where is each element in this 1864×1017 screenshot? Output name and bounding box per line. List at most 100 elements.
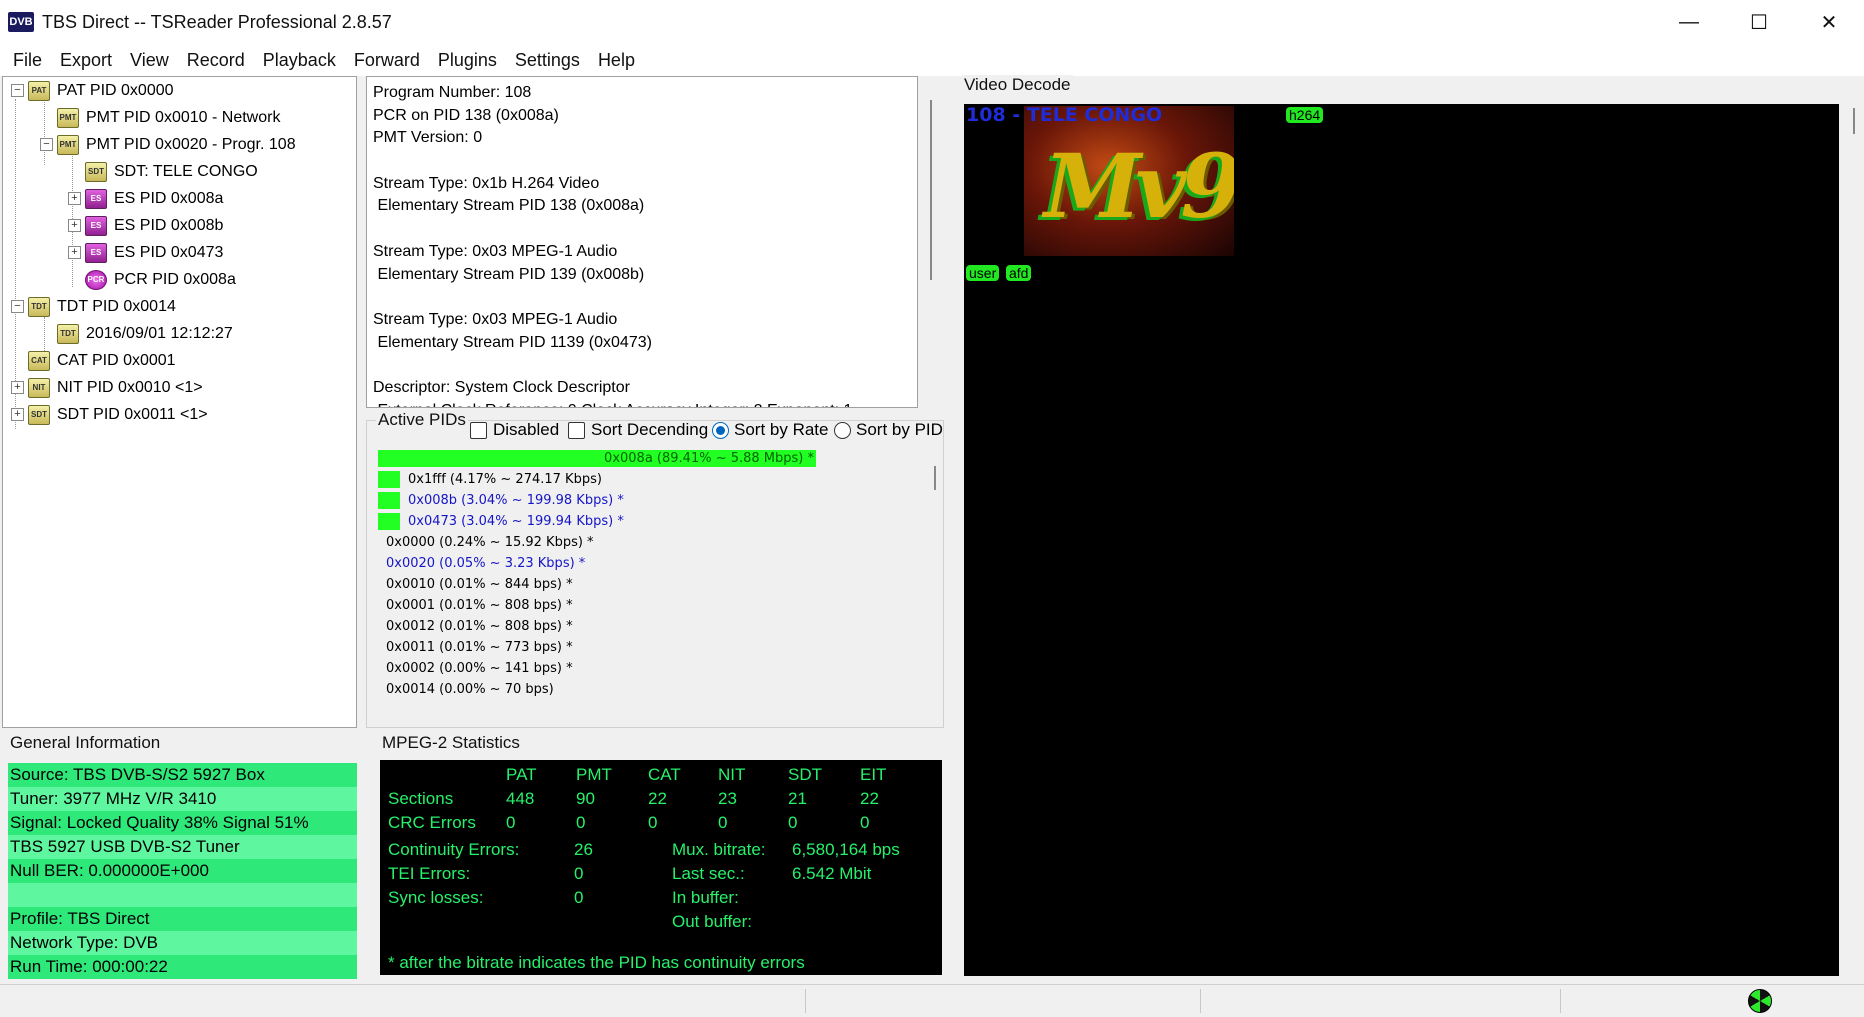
stats-header-pat: PAT: [506, 765, 537, 784]
tree-item-label: ES PID 0x008b: [114, 216, 224, 234]
pcr-clock-icon: PCR: [85, 269, 107, 290]
app-logo-icon: DVB: [8, 12, 34, 32]
checkbox-box[interactable]: [568, 421, 585, 439]
pid-list-row[interactable]: 0x0010 (0.01% ~ 844 bps) *: [378, 574, 573, 595]
tree-item-label: PAT PID 0x0000: [57, 81, 174, 99]
pid-list-row[interactable]: 0x0014 (0.00% ~ 70 bps): [378, 679, 554, 700]
pid-list-row[interactable]: 0x008b (3.04% ~ 199.98 Kbps) *: [378, 490, 624, 511]
menu-forward[interactable]: Forward: [345, 50, 429, 71]
tree-item-es-008a[interactable]: + ES ES PID 0x008a: [68, 185, 223, 212]
tree-item-es-008b[interactable]: + ES ES PID 0x008b: [68, 212, 223, 239]
collapse-toggle[interactable]: −: [11, 300, 24, 313]
pid-list-row[interactable]: 0x0001 (0.01% ~ 808 bps) *: [378, 595, 573, 616]
pid-rate-label: 0x0020 (0.05% ~ 3.23 Kbps) *: [386, 556, 586, 571]
collapse-toggle[interactable]: −: [11, 84, 24, 97]
pid-rate-label: 0x0014 (0.00% ~ 70 bps): [386, 682, 554, 697]
expand-toggle[interactable]: +: [68, 246, 81, 259]
pid-list-row[interactable]: 0x0473 (3.04% ~ 199.94 Kbps) *: [378, 511, 624, 532]
expand-toggle[interactable]: +: [68, 219, 81, 232]
menu-view[interactable]: View: [121, 50, 178, 71]
sections-pat: 448: [506, 789, 535, 808]
radio-selected[interactable]: [712, 421, 729, 439]
info-scrollbar[interactable]: [930, 100, 932, 280]
expand-toggle[interactable]: +: [68, 192, 81, 205]
close-button[interactable]: ✕: [1794, 0, 1864, 44]
info-line: Descriptor: System Clock Descriptor: [373, 378, 630, 396]
video-decode-label: Video Decode: [962, 75, 1073, 95]
info-line: [373, 218, 911, 241]
minimize-button[interactable]: —: [1654, 0, 1724, 44]
menu-export[interactable]: Export: [51, 50, 121, 71]
sections-sdt: 21: [788, 789, 807, 808]
pid-list-row[interactable]: 0x008a (89.41% ~ 5.88 Mbps) *: [378, 448, 816, 469]
pid-rate-bar: [378, 492, 400, 509]
menu-record[interactable]: Record: [178, 50, 254, 71]
audio-speaker-icon: ES: [85, 242, 107, 263]
pid-rate-label: 0x1fff (4.17% ~ 274.17 Kbps): [408, 472, 602, 487]
tree-item-sdt-service[interactable]: SDT SDT: TELE CONGO: [68, 158, 258, 185]
tree-item-tdt-time[interactable]: TDT 2016/09/01 12:12:27: [40, 320, 233, 347]
info-line: Elementary Stream PID 139 (0x008b): [373, 265, 645, 283]
mpeg-stats-panel: PAT PMT CAT NIT SDT EIT Sections 448 90 …: [380, 760, 942, 975]
pid-list-row[interactable]: 0x0000 (0.24% ~ 15.92 Kbps) *: [378, 532, 594, 553]
mux-bitrate-label: Mux. bitrate:: [672, 840, 766, 859]
disabled-checkbox[interactable]: Disabled: [470, 420, 559, 440]
nit-icon: NIT: [28, 377, 50, 398]
info-network-type: Network Type: DVB: [8, 931, 357, 955]
pid-list-row[interactable]: 0x0012 (0.01% ~ 808 bps) *: [378, 616, 573, 637]
menu-plugins[interactable]: Plugins: [429, 50, 506, 71]
tree-item-pcr[interactable]: PCR PCR PID 0x008a: [68, 266, 236, 293]
pid-list-row[interactable]: 0x1fff (4.17% ~ 274.17 Kbps): [378, 469, 602, 490]
sort-by-pid-radio[interactable]: Sort by PID: [834, 420, 943, 440]
sections-pmt: 90: [576, 789, 595, 808]
sort-by-pid-label: Sort by PID: [856, 420, 943, 439]
menu-settings[interactable]: Settings: [506, 50, 589, 71]
video-decode-area[interactable]: Mv90 108 - TELE CONGO h264 user afd: [964, 104, 1839, 976]
disabled-label: Disabled: [493, 420, 560, 439]
pid-rate-label: 0x0011 (0.01% ~ 773 bps) *: [386, 640, 573, 655]
tree-item-es-0473[interactable]: + ES ES PID 0x0473: [68, 239, 223, 266]
crc-pmt: 0: [576, 813, 586, 832]
tree-item-label: NIT PID 0x0010 <1>: [57, 378, 203, 396]
tree-item-pat[interactable]: − PAT PAT PID 0x0000: [11, 77, 174, 104]
sections-cat: 22: [648, 789, 667, 808]
radio-unselected[interactable]: [834, 421, 851, 439]
tree-item-nit[interactable]: + NIT NIT PID 0x0010 <1>: [11, 374, 203, 401]
pid-rate-label: 0x008a (89.41% ~ 5.88 Mbps) *: [604, 451, 814, 466]
sort-by-rate-label: Sort by Rate: [734, 420, 829, 439]
active-pid-list[interactable]: 0x008a (89.41% ~ 5.88 Mbps) * 0x1fff (4.1…: [378, 448, 938, 710]
sort-descending-checkbox[interactable]: Sort Decending: [568, 420, 708, 440]
menu-help[interactable]: Help: [589, 50, 644, 71]
pid-rate-label: 0x0002 (0.00% ~ 141 bps) *: [386, 661, 573, 676]
stats-header-sdt: SDT: [788, 765, 822, 784]
checkbox-box[interactable]: [470, 421, 487, 439]
pid-rate-label: 0x0010 (0.01% ~ 844 bps) *: [386, 577, 573, 592]
program-info-text[interactable]: Program Number: 108 PCR on PID 138 (0x00…: [366, 76, 918, 408]
sections-eit: 22: [860, 789, 879, 808]
tree-item-pmt-network[interactable]: PMT PMT PID 0x0010 - Network: [40, 104, 280, 131]
last-sec-value: 6.542 Mbit: [792, 864, 872, 883]
maximize-button[interactable]: ☐: [1724, 0, 1794, 44]
sort-by-rate-radio[interactable]: Sort by Rate: [712, 420, 829, 440]
tree-item-tdt[interactable]: − TDT TDT PID 0x0014: [11, 293, 176, 320]
sections-nit: 23: [718, 789, 737, 808]
tree-item-cat[interactable]: CAT CAT PID 0x0001: [11, 347, 176, 374]
crc-sdt: 0: [788, 813, 798, 832]
tree-item-sdt[interactable]: + SDT SDT PID 0x0011 <1>: [11, 401, 208, 428]
menu-file[interactable]: File: [4, 50, 51, 71]
expand-toggle[interactable]: +: [11, 408, 24, 421]
tree-item-label: PMT PID 0x0020 - Progr. 108: [86, 135, 296, 153]
status-bar: [0, 984, 1864, 1017]
menu-playback[interactable]: Playback: [254, 50, 345, 71]
pid-list-row[interactable]: 0x0002 (0.00% ~ 141 bps) *: [378, 658, 573, 679]
expand-toggle[interactable]: +: [11, 381, 24, 394]
info-device: TBS 5927 USB DVB-S2 Tuner: [8, 835, 357, 859]
stats-header-eit: EIT: [860, 765, 887, 784]
pid-list-row[interactable]: 0x0011 (0.01% ~ 773 bps) *: [378, 637, 573, 658]
collapse-toggle[interactable]: −: [40, 138, 53, 151]
pid-list-row[interactable]: 0x0020 (0.05% ~ 3.23 Kbps) *: [378, 553, 585, 574]
video-scrollbar[interactable]: [1853, 108, 1855, 134]
tree-item-label: PCR PID 0x008a: [114, 270, 236, 288]
pid-tree-view[interactable]: − PAT PAT PID 0x0000 PMT PMT PID 0x0010 …: [2, 76, 357, 728]
tree-item-pmt-program[interactable]: − PMT PMT PID 0x0020 - Progr. 108: [40, 131, 296, 158]
